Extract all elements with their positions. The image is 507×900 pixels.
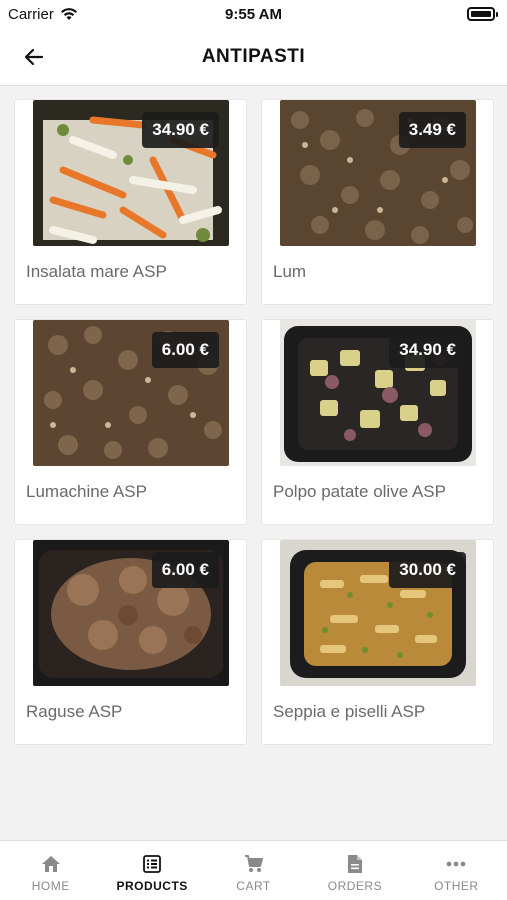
- status-left: Carrier: [8, 6, 78, 23]
- product-name: Raguse ASP: [26, 702, 123, 721]
- price-badge: 6.00 €: [151, 552, 219, 588]
- product-card[interactable]: 6.00 € Lumachine ASP: [14, 319, 247, 525]
- tab-other[interactable]: OTHER: [406, 841, 507, 900]
- product-name: Polpo patate olive ASP: [273, 482, 446, 501]
- product-grid: 34.90 € Insalata mare ASP 3.49 € Lum 6.0…: [14, 99, 494, 745]
- tab-label: CART: [236, 879, 271, 893]
- product-name: Insalata mare ASP: [26, 262, 167, 281]
- product-name: Lumachine ASP: [26, 482, 147, 501]
- back-button[interactable]: [18, 42, 50, 72]
- product-image: 30.00 €: [280, 540, 476, 686]
- document-icon: [344, 853, 366, 875]
- wifi-icon: [60, 8, 77, 20]
- carrier-label: Carrier: [8, 5, 54, 23]
- tab-label: HOME: [31, 879, 70, 893]
- home-icon: [40, 853, 62, 875]
- app-header: ANTIPASTI: [0, 28, 507, 86]
- tab-home[interactable]: HOME: [0, 841, 101, 900]
- product-card[interactable]: 34.90 € Polpo patate olive ASP: [261, 319, 494, 525]
- page-title: ANTIPASTI: [201, 45, 306, 67]
- product-image: 6.00 €: [33, 540, 229, 686]
- tab-label: OTHER: [434, 879, 479, 893]
- bottom-tab-bar: HOME PRODUCTS CART ORDERS OTHER: [0, 840, 507, 900]
- product-card[interactable]: 6.00 € Raguse ASP: [14, 539, 247, 745]
- price-badge: 6.00 €: [151, 332, 219, 368]
- product-card[interactable]: 30.00 € Seppia e piselli ASP: [261, 539, 494, 745]
- tab-label: PRODUCTS: [116, 879, 188, 893]
- product-card[interactable]: 3.49 € Lum: [261, 99, 494, 305]
- tab-products[interactable]: PRODUCTS: [101, 841, 202, 900]
- price-badge: 3.49 €: [398, 112, 466, 148]
- more-icon: [445, 853, 467, 875]
- product-name: Lum: [273, 262, 307, 281]
- price-badge: 34.90 €: [142, 112, 219, 148]
- tab-cart[interactable]: CART: [203, 841, 304, 900]
- battery-icon: [467, 7, 498, 21]
- list-icon: [141, 853, 163, 875]
- product-name: Seppia e piselli ASP: [273, 702, 426, 721]
- product-image: 3.49 €: [280, 100, 476, 246]
- arrow-left-icon: [24, 48, 44, 66]
- tab-label: ORDERS: [327, 879, 383, 893]
- product-image: 34.90 €: [280, 320, 476, 466]
- product-card[interactable]: 34.90 € Insalata mare ASP: [14, 99, 247, 305]
- product-image: 6.00 €: [33, 320, 229, 466]
- price-badge: 34.90 €: [389, 332, 466, 368]
- status-bar: Carrier 9:55 AM: [0, 0, 507, 28]
- tab-orders[interactable]: ORDERS: [304, 841, 405, 900]
- price-badge: 30.00 €: [389, 552, 466, 588]
- cart-icon: [243, 853, 265, 875]
- product-image: 34.90 €: [33, 100, 229, 246]
